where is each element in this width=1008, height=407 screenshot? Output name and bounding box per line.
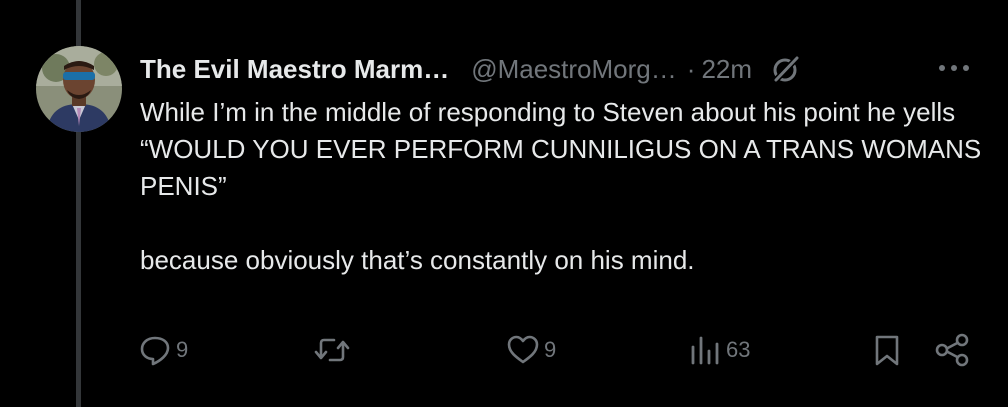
views-count: 63 — [726, 337, 751, 362]
tweet-text: While I’m in the middle of responding to… — [140, 97, 982, 275]
like-icon — [507, 335, 539, 364]
action-bar: 9 9 63 — [138, 330, 978, 370]
like-count: 9 — [544, 337, 557, 362]
timestamp[interactable]: 22m — [701, 54, 752, 85]
bookmark-button[interactable] — [872, 330, 902, 370]
avatar[interactable] — [36, 46, 122, 132]
separator-dot: · — [686, 53, 696, 84]
like-button[interactable]: 9 — [506, 330, 556, 370]
user-handle[interactable]: @MaestroMorg… — [471, 54, 677, 85]
share-button[interactable] — [934, 330, 970, 370]
retweet-button[interactable] — [314, 330, 350, 370]
reply-count: 9 — [176, 337, 189, 362]
tweet-header: The Evil Maestro Marm… @MaestroMorg… · 2… — [140, 49, 802, 89]
more-icon[interactable] — [936, 58, 972, 78]
bookmark-icon — [875, 335, 899, 366]
share-icon — [935, 333, 969, 367]
avatar-image — [36, 46, 122, 132]
views-icon — [691, 336, 719, 365]
display-name[interactable]: The Evil Maestro Marm… — [140, 54, 449, 85]
reply-icon — [140, 336, 170, 366]
reply-button[interactable]: 9 — [138, 330, 188, 370]
views-button[interactable]: 63 — [688, 330, 750, 370]
retweet-icon — [314, 338, 350, 362]
grok-icon[interactable] — [770, 53, 802, 85]
